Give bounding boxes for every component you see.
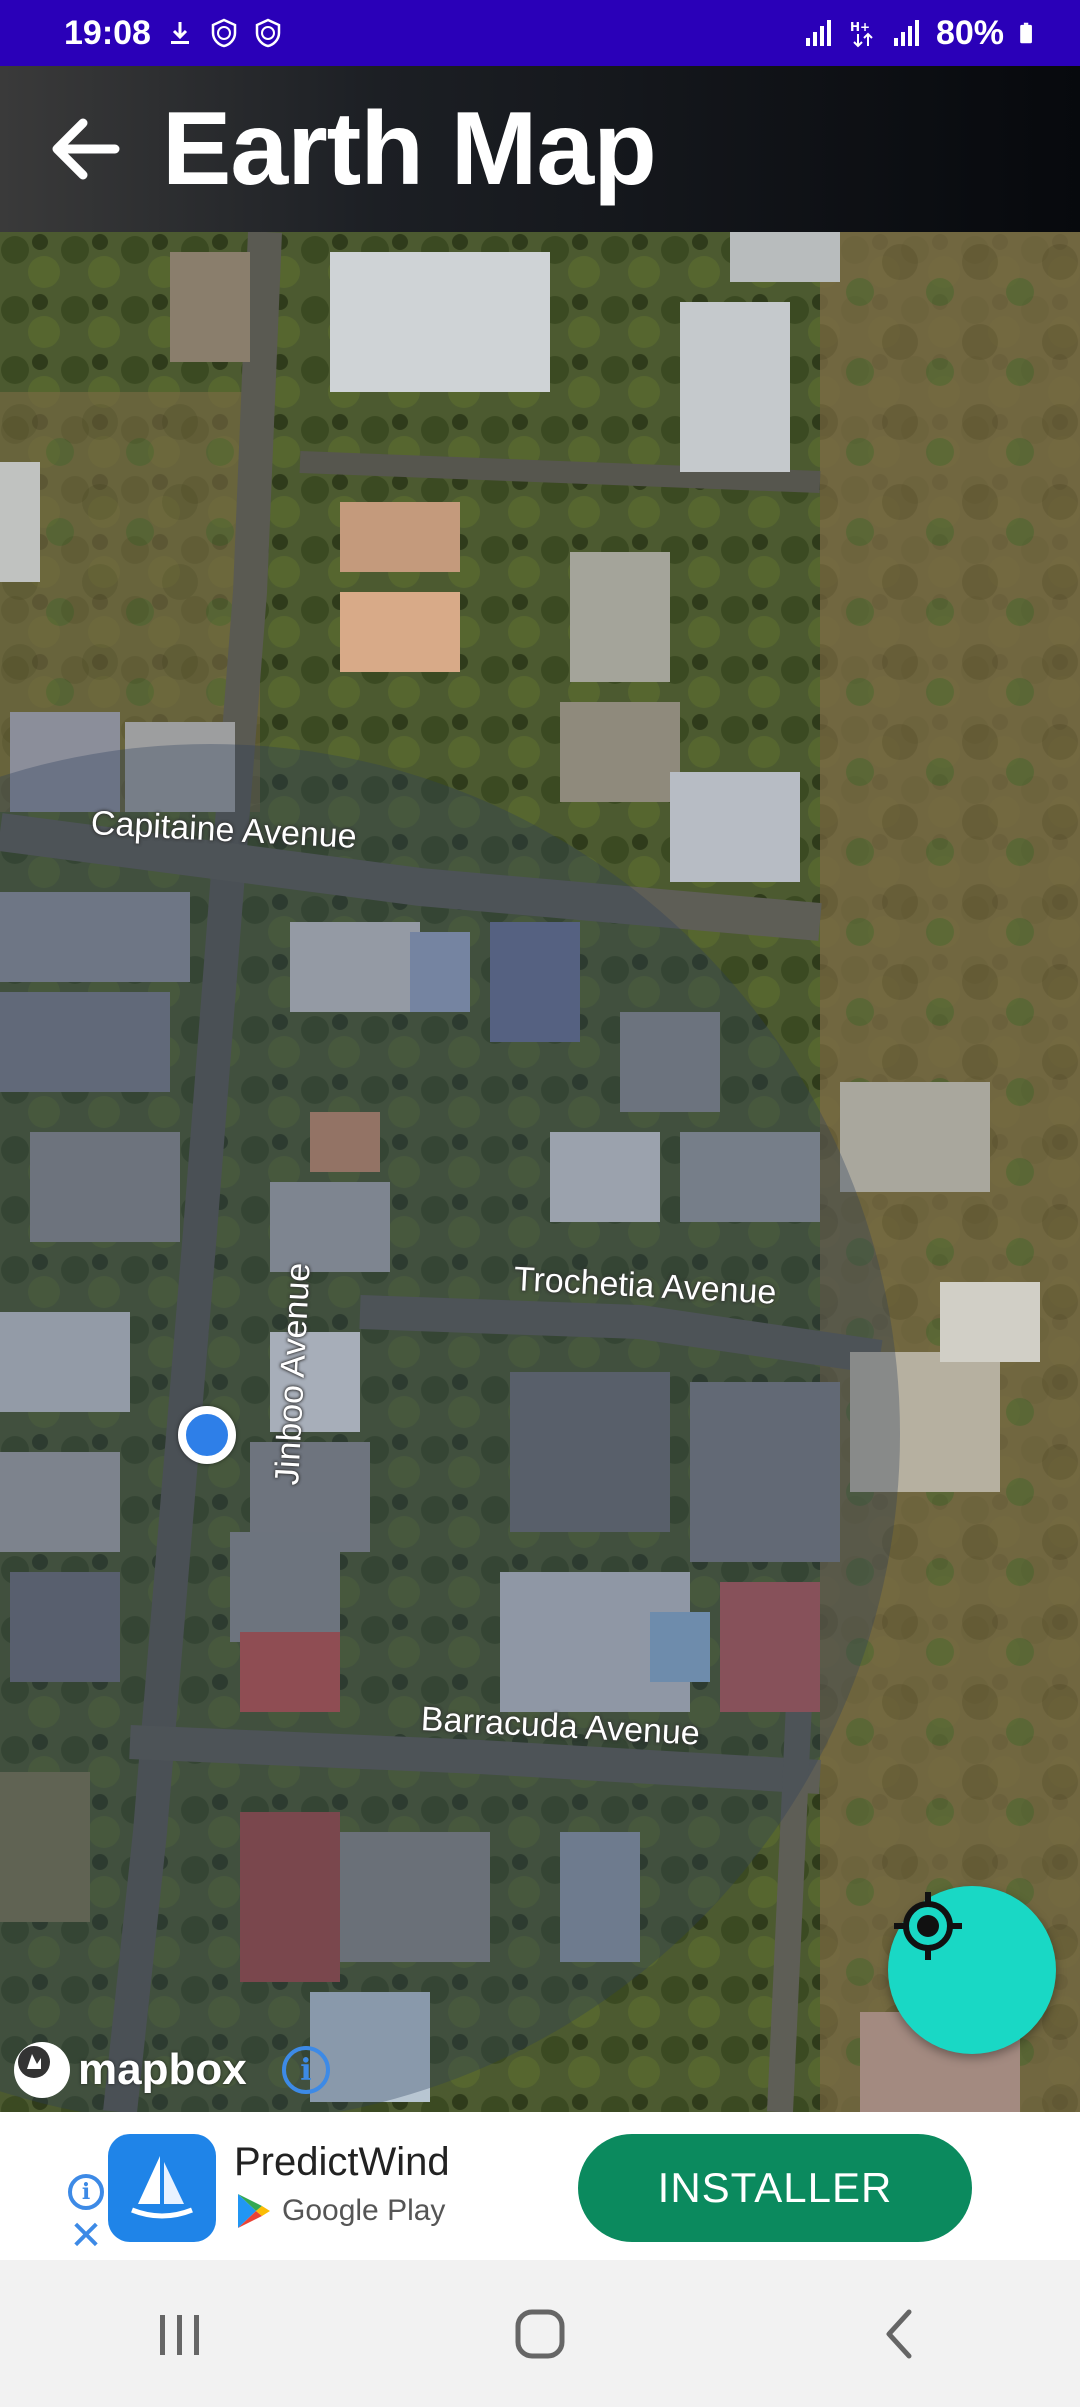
sailboat-icon [131, 2156, 193, 2219]
mapbox-logo: mapbox [14, 2042, 247, 2098]
status-time: 19:08 [64, 13, 151, 52]
crosshair-icon [894, 1892, 962, 1960]
status-left: 19:08 [64, 14, 283, 53]
app-bar: Earth Map [0, 66, 1080, 232]
battery-icon [1020, 22, 1032, 44]
shield-clock-icon [255, 18, 281, 48]
status-bar: 19:08 H+ 80% [0, 0, 1080, 66]
status-right: H+ 80% [804, 14, 1040, 53]
mapbox-mark-icon [14, 2042, 70, 2098]
ad-app-icon[interactable] [108, 2134, 216, 2242]
nav-back-button[interactable] [820, 2274, 980, 2394]
ad-info-icon[interactable]: i [68, 2174, 104, 2210]
recents-button[interactable] [100, 2274, 260, 2394]
signal-icon [805, 20, 831, 46]
ad-close-icon[interactable]: ✕ [68, 2216, 104, 2256]
ad-app-name: PredictWind [234, 2140, 450, 2184]
system-nav-bar [0, 2260, 1080, 2407]
recents-icon [160, 2314, 199, 2355]
battery-percent: 80% [935, 13, 1004, 52]
mapbox-wordmark: mapbox [78, 2045, 247, 2094]
satellite-map[interactable]: Capitaine Avenue Trochetia Avenue Jinboo… [0, 232, 1080, 2112]
page-title: Earth Map [162, 90, 657, 207]
ad-install-button[interactable]: INSTALLER [578, 2134, 972, 2242]
back-icon [886, 2309, 912, 2358]
signal-icon [893, 20, 919, 46]
user-location-dot [178, 1406, 236, 1464]
map-imagery [0, 232, 1080, 2112]
download-icon [170, 22, 189, 44]
shield-clock-icon [211, 18, 237, 48]
ad-store: Google Play [236, 2192, 445, 2230]
svg-text:H+: H+ [850, 20, 870, 34]
info-icon[interactable]: i [282, 2046, 330, 2094]
my-location-button[interactable] [888, 1886, 1056, 2054]
home-button[interactable] [460, 2274, 620, 2394]
ad-store-label: Google Play [282, 2194, 446, 2227]
google-play-icon [238, 2194, 270, 2228]
arrow-left-icon [52, 118, 120, 180]
data-icon: H+ [850, 20, 873, 48]
home-icon [515, 2309, 565, 2358]
back-button[interactable] [30, 94, 140, 204]
